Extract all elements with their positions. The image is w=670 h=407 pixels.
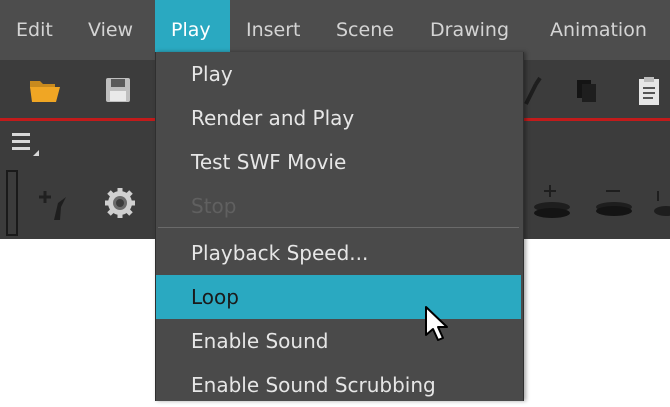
add-layer-icon[interactable]	[530, 179, 574, 227]
menu-item-stop[interactable]: Stop	[156, 184, 521, 228]
menu-item-loop[interactable]: Loop	[156, 275, 521, 319]
save-icon[interactable]	[104, 76, 132, 108]
menu-item-enable-sound[interactable]: Enable Sound	[156, 319, 521, 363]
menu-item-play[interactable]: Play	[156, 52, 521, 96]
panel-frame	[6, 170, 18, 236]
menu-insert[interactable]: Insert	[230, 0, 317, 60]
remove-layer-icon[interactable]	[592, 179, 636, 227]
add-bone-icon[interactable]	[36, 187, 70, 225]
menu-play[interactable]: Play	[155, 0, 230, 60]
menu-animation[interactable]: Animation	[534, 0, 663, 60]
mouse-cursor-icon	[424, 305, 450, 349]
open-folder-icon[interactable]	[28, 75, 64, 109]
clipboard-icon[interactable]	[636, 76, 662, 110]
menu-separator	[158, 227, 519, 228]
play-menu-dropdown: Play Render and Play Test SWF Movie Stop…	[155, 52, 524, 401]
menu-edit[interactable]: Edit	[0, 0, 69, 60]
menu-view[interactable]: View	[72, 0, 149, 60]
menu-bar: Edit View Play Insert Scene Drawing Anim…	[0, 0, 670, 60]
layers-icon[interactable]	[574, 78, 600, 108]
hamburger-menu-icon[interactable]	[12, 131, 42, 165]
menu-item-test-swf-movie[interactable]: Test SWF Movie	[156, 140, 521, 184]
gear-icon[interactable]	[104, 187, 136, 223]
bone-tool-icon[interactable]	[522, 76, 542, 110]
menu-item-enable-sound-scrubbing[interactable]: Enable Sound Scrubbing	[156, 363, 521, 407]
menu-item-playback-speed[interactable]: Playback Speed...	[156, 231, 521, 275]
menu-scene[interactable]: Scene	[320, 0, 410, 60]
menu-item-render-and-play[interactable]: Render and Play	[156, 96, 521, 140]
tool-edge-icon[interactable]	[652, 189, 670, 223]
menu-drawing[interactable]: Drawing	[414, 0, 525, 60]
